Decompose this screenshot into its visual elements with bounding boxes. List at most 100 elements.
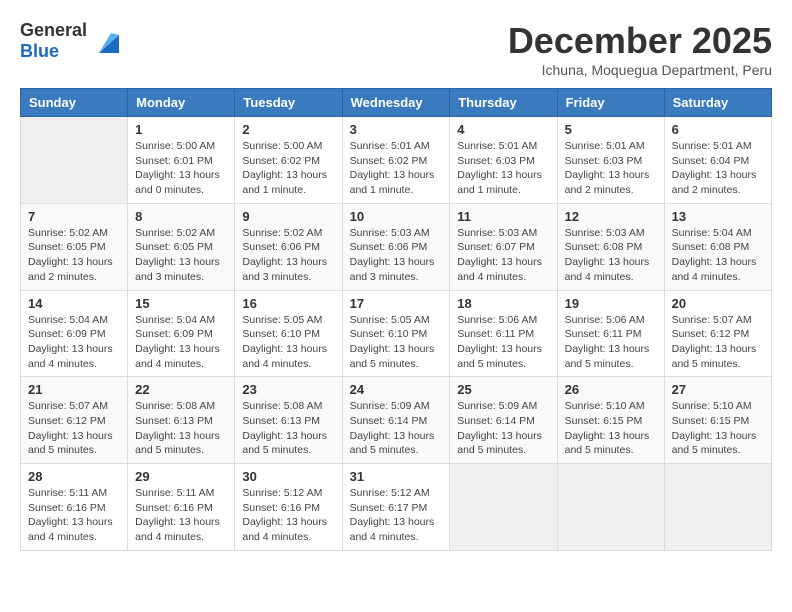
header-thursday: Thursday — [450, 89, 557, 117]
day-cell: 19Sunrise: 5:06 AMSunset: 6:11 PMDayligh… — [557, 290, 664, 377]
day-info: Sunrise: 5:00 AMSunset: 6:01 PMDaylight:… — [135, 139, 227, 198]
calendar-table: SundayMondayTuesdayWednesdayThursdayFrid… — [20, 88, 772, 551]
day-cell: 22 Sunrise: 5:08 AMSunset: 6:13 PMDayligh… — [128, 377, 235, 464]
day-cell: 23 Sunrise: 5:08 AMSunset: 6:13 PMDayligh… — [235, 377, 342, 464]
day-number: 8 — [135, 209, 227, 224]
day-cell: 27Sunrise: 5:10 AMSunset: 6:15 PMDayligh… — [664, 377, 771, 464]
day-cell: 28 Sunrise: 5:11 AMSunset: 6:16 PMDayligh… — [21, 464, 128, 551]
day-cell: 30 Sunrise: 5:12 AMSunset: 6:16 PMDayligh… — [235, 464, 342, 551]
day-cell: 1Sunrise: 5:00 AMSunset: 6:01 PMDaylight… — [128, 117, 235, 204]
day-cell: 8 Sunrise: 5:02 AMSunset: 6:05 PMDaylight… — [128, 203, 235, 290]
day-cell: 29 Sunrise: 5:11 AMSunset: 6:16 PMDayligh… — [128, 464, 235, 551]
day-info: Sunrise: 5:04 AMSunset: 6:08 PMDaylight:… — [672, 226, 764, 285]
day-info: Sunrise: 5:11 AMSunset: 6:16 PMDaylight:… — [28, 486, 120, 545]
day-info: Sunrise: 5:02 AMSunset: 6:05 PMDaylight:… — [28, 226, 120, 285]
day-info: Sunrise: 5:12 AMSunset: 6:17 PMDaylight:… — [350, 486, 443, 545]
week-row-2: 7 Sunrise: 5:02 AMSunset: 6:05 PMDaylight… — [21, 203, 772, 290]
day-number: 10 — [350, 209, 443, 224]
day-info: Sunrise: 5:09 AMSunset: 6:14 PMDaylight:… — [457, 399, 549, 458]
day-cell: 16Sunrise: 5:05 AMSunset: 6:10 PMDayligh… — [235, 290, 342, 377]
day-number: 11 — [457, 209, 549, 224]
day-info: Sunrise: 5:03 AMSunset: 6:06 PMDaylight:… — [350, 226, 443, 285]
day-number: 7 — [28, 209, 120, 224]
day-cell: 4 Sunrise: 5:01 AMSunset: 6:03 PMDaylight… — [450, 117, 557, 204]
week-row-4: 21 Sunrise: 5:07 AMSunset: 6:12 PMDayligh… — [21, 377, 772, 464]
day-number: 22 — [135, 382, 227, 397]
day-number: 28 — [28, 469, 120, 484]
day-number: 30 — [242, 469, 334, 484]
day-info: Sunrise: 5:06 AMSunset: 6:11 PMDaylight:… — [457, 313, 549, 372]
header-wednesday: Wednesday — [342, 89, 450, 117]
day-info: Sunrise: 5:04 AMSunset: 6:09 PMDaylight:… — [28, 313, 120, 372]
day-info: Sunrise: 5:05 AMSunset: 6:10 PMDaylight:… — [350, 313, 443, 372]
day-info: Sunrise: 5:12 AMSunset: 6:16 PMDaylight:… — [242, 486, 334, 545]
day-cell: 26 Sunrise: 5:10 AMSunset: 6:15 PMDayligh… — [557, 377, 664, 464]
calendar-header-row: SundayMondayTuesdayWednesdayThursdayFrid… — [21, 89, 772, 117]
day-number: 13 — [672, 209, 764, 224]
day-cell: 25Sunrise: 5:09 AMSunset: 6:14 PMDayligh… — [450, 377, 557, 464]
day-info: Sunrise: 5:02 AMSunset: 6:06 PMDaylight:… — [242, 226, 334, 285]
day-info: Sunrise: 5:07 AMSunset: 6:12 PMDaylight:… — [672, 313, 764, 372]
day-cell: 11 Sunrise: 5:03 AMSunset: 6:07 PMDayligh… — [450, 203, 557, 290]
day-number: 24 — [350, 382, 443, 397]
day-number: 21 — [28, 382, 120, 397]
day-number: 14 — [28, 296, 120, 311]
day-number: 29 — [135, 469, 227, 484]
day-number: 2 — [242, 122, 334, 137]
logo-blue: Blue — [20, 41, 59, 61]
day-info: Sunrise: 5:07 AMSunset: 6:12 PMDaylight:… — [28, 399, 120, 458]
day-info: Sunrise: 5:02 AMSunset: 6:05 PMDaylight:… — [135, 226, 227, 285]
title-section: December 2025 Ichuna, Moquegua Departmen… — [508, 20, 772, 78]
day-cell: 14 Sunrise: 5:04 AMSunset: 6:09 PMDayligh… — [21, 290, 128, 377]
day-cell: 2 Sunrise: 5:00 AMSunset: 6:02 PMDaylight… — [235, 117, 342, 204]
header-tuesday: Tuesday — [235, 89, 342, 117]
day-cell: 9 Sunrise: 5:02 AMSunset: 6:06 PMDaylight… — [235, 203, 342, 290]
week-row-1: 1Sunrise: 5:00 AMSunset: 6:01 PMDaylight… — [21, 117, 772, 204]
location-subtitle: Ichuna, Moquegua Department, Peru — [508, 62, 772, 78]
day-cell: 6Sunrise: 5:01 AMSunset: 6:04 PMDaylight… — [664, 117, 771, 204]
day-cell — [21, 117, 128, 204]
day-info: Sunrise: 5:03 AMSunset: 6:08 PMDaylight:… — [565, 226, 657, 285]
day-cell: 15 Sunrise: 5:04 AMSunset: 6:09 PMDayligh… — [128, 290, 235, 377]
day-number: 9 — [242, 209, 334, 224]
day-info: Sunrise: 5:01 AMSunset: 6:03 PMDaylight:… — [565, 139, 657, 198]
day-cell: 5Sunrise: 5:01 AMSunset: 6:03 PMDaylight… — [557, 117, 664, 204]
day-cell: 31 Sunrise: 5:12 AMSunset: 6:17 PMDayligh… — [342, 464, 450, 551]
day-info: Sunrise: 5:08 AMSunset: 6:13 PMDaylight:… — [242, 399, 334, 458]
day-number: 4 — [457, 122, 549, 137]
day-cell — [450, 464, 557, 551]
week-row-3: 14 Sunrise: 5:04 AMSunset: 6:09 PMDayligh… — [21, 290, 772, 377]
day-info: Sunrise: 5:00 AMSunset: 6:02 PMDaylight:… — [242, 139, 334, 198]
day-number: 20 — [672, 296, 764, 311]
logo-general: General — [20, 20, 87, 40]
header-friday: Friday — [557, 89, 664, 117]
logo-icon — [91, 25, 123, 57]
day-cell: 21 Sunrise: 5:07 AMSunset: 6:12 PMDayligh… — [21, 377, 128, 464]
day-info: Sunrise: 5:04 AMSunset: 6:09 PMDaylight:… — [135, 313, 227, 372]
day-cell: 17Sunrise: 5:05 AMSunset: 6:10 PMDayligh… — [342, 290, 450, 377]
day-number: 26 — [565, 382, 657, 397]
day-info: Sunrise: 5:10 AMSunset: 6:15 PMDaylight:… — [672, 399, 764, 458]
header-monday: Monday — [128, 89, 235, 117]
day-number: 23 — [242, 382, 334, 397]
day-info: Sunrise: 5:01 AMSunset: 6:02 PMDaylight:… — [350, 139, 443, 198]
day-cell — [664, 464, 771, 551]
day-cell: 10 Sunrise: 5:03 AMSunset: 6:06 PMDayligh… — [342, 203, 450, 290]
day-number: 31 — [350, 469, 443, 484]
day-info: Sunrise: 5:11 AMSunset: 6:16 PMDaylight:… — [135, 486, 227, 545]
header-sunday: Sunday — [21, 89, 128, 117]
day-number: 15 — [135, 296, 227, 311]
week-row-5: 28 Sunrise: 5:11 AMSunset: 6:16 PMDayligh… — [21, 464, 772, 551]
day-number: 3 — [350, 122, 443, 137]
day-cell: 12 Sunrise: 5:03 AMSunset: 6:08 PMDayligh… — [557, 203, 664, 290]
day-info: Sunrise: 5:03 AMSunset: 6:07 PMDaylight:… — [457, 226, 549, 285]
day-info: Sunrise: 5:10 AMSunset: 6:15 PMDaylight:… — [565, 399, 657, 458]
day-cell: 24Sunrise: 5:09 AMSunset: 6:14 PMDayligh… — [342, 377, 450, 464]
day-cell: 18Sunrise: 5:06 AMSunset: 6:11 PMDayligh… — [450, 290, 557, 377]
header-saturday: Saturday — [664, 89, 771, 117]
day-cell: 7 Sunrise: 5:02 AMSunset: 6:05 PMDaylight… — [21, 203, 128, 290]
day-number: 12 — [565, 209, 657, 224]
day-info: Sunrise: 5:01 AMSunset: 6:03 PMDaylight:… — [457, 139, 549, 198]
day-info: Sunrise: 5:08 AMSunset: 6:13 PMDaylight:… — [135, 399, 227, 458]
day-number: 6 — [672, 122, 764, 137]
